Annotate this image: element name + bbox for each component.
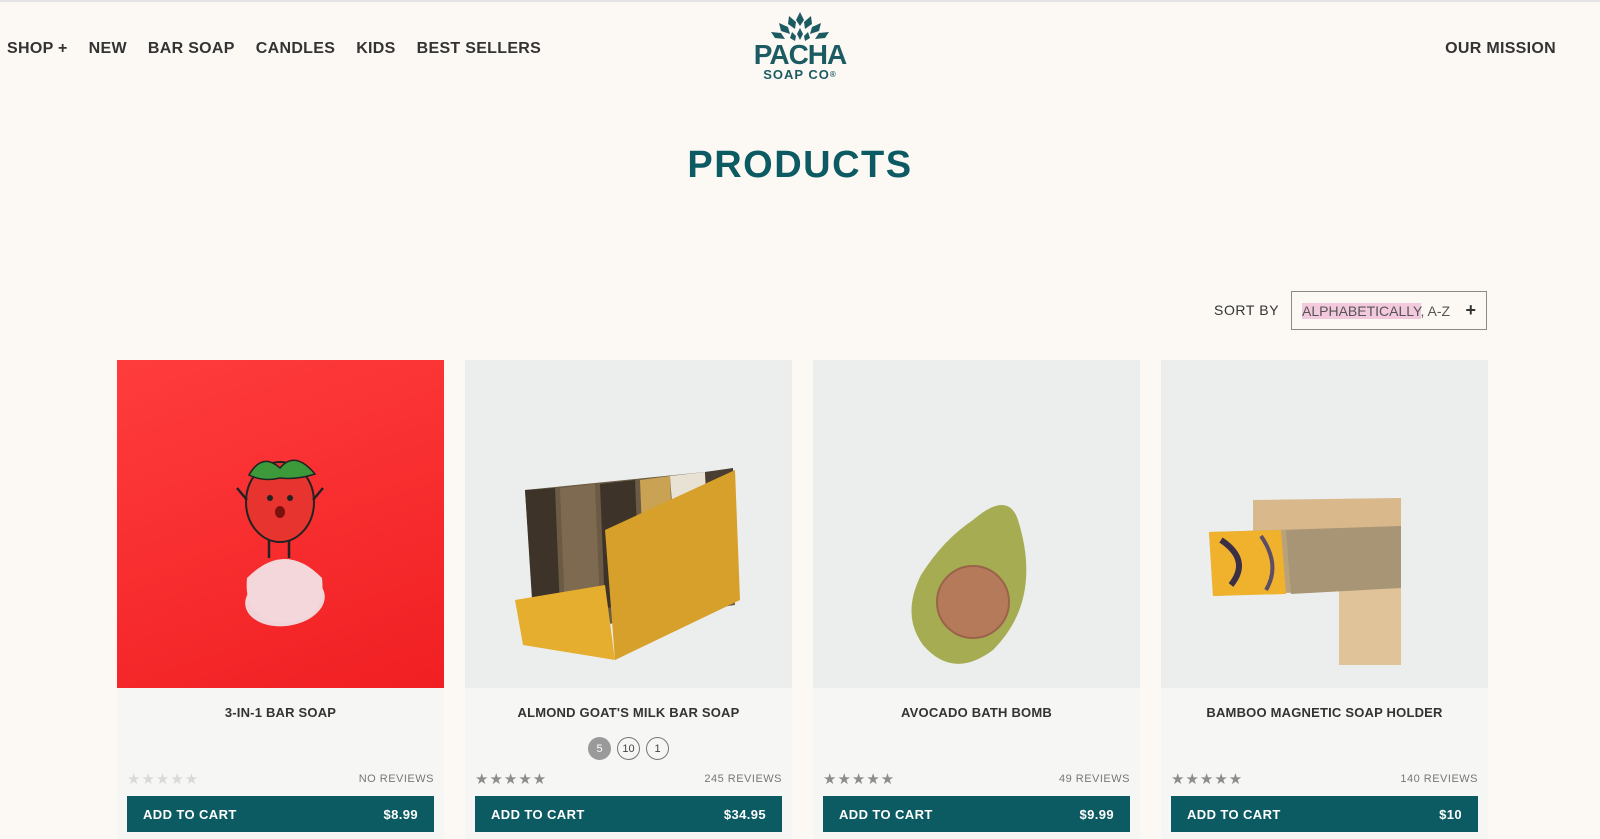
nav-kids[interactable]: KIDS (356, 40, 395, 58)
nav-bar-soap[interactable]: BAR SOAP (148, 40, 235, 58)
product-image[interactable] (117, 360, 444, 688)
product-card: 3-IN-1 BAR SOAP ★★★★★ NO REVIEWS ADD TO … (117, 360, 444, 839)
review-count[interactable]: 49 REVIEWS (1059, 773, 1130, 785)
almond-goats-milk-box-photo (515, 468, 740, 660)
add-to-cart-label: ADD TO CART (1187, 806, 1281, 822)
sort-value: ALPHABETICALLY, A-Z (1302, 302, 1451, 319)
nav-new[interactable]: NEW (89, 40, 127, 58)
product-grid: 3-IN-1 BAR SOAP ★★★★★ NO REVIEWS ADD TO … (117, 360, 1488, 839)
add-to-cart-button[interactable]: ADD TO CART $10 (1171, 796, 1478, 832)
review-count[interactable]: NO REVIEWS (359, 773, 434, 785)
add-to-cart-button[interactable]: ADD TO CART $9.99 (823, 796, 1130, 832)
sort-select[interactable]: ALPHABETICALLY, A-Z + (1291, 291, 1487, 330)
product-name[interactable]: 3-IN-1 BAR SOAP (117, 705, 444, 720)
product-image[interactable] (813, 360, 1140, 688)
main-nav: SHOP + NEW BAR SOAP CANDLES KIDS BEST SE… (7, 40, 562, 58)
product-name[interactable]: ALMOND GOAT'S MILK BAR SOAP (465, 705, 792, 720)
strawberry-kids-soap-photo (236, 459, 325, 627)
star-rating: ★★★★★ (823, 771, 896, 788)
add-to-cart-button[interactable]: ADD TO CART $34.95 (475, 796, 782, 832)
variant-option[interactable]: 5 (588, 737, 611, 760)
plus-icon: + (1465, 300, 1476, 320)
product-price: $8.99 (383, 806, 418, 822)
review-count[interactable]: 245 REVIEWS (704, 773, 782, 785)
logo-subtitle: SOAP CO® (763, 67, 837, 82)
review-count[interactable]: 140 REVIEWS (1400, 773, 1478, 785)
variant-selector: 5 10 1 (465, 737, 792, 760)
variant-option[interactable]: 1 (646, 737, 669, 760)
logo-wordmark: PACHA (753, 39, 847, 70)
variant-option[interactable]: 10 (617, 737, 640, 760)
product-name[interactable]: AVOCADO BATH BOMB (813, 705, 1140, 720)
add-to-cart-label: ADD TO CART (839, 806, 933, 822)
add-to-cart-label: ADD TO CART (491, 806, 585, 822)
add-to-cart-button[interactable]: ADD TO CART $8.99 (127, 796, 434, 832)
nav-our-mission[interactable]: OUR MISSION (1445, 40, 1556, 58)
product-name[interactable]: BAMBOO MAGNETIC SOAP HOLDER (1161, 705, 1488, 720)
nav-best-sellers[interactable]: BEST SELLERS (417, 40, 542, 58)
nav-shop[interactable]: SHOP + (7, 40, 68, 58)
product-price: $34.95 (723, 806, 766, 822)
star-rating: ★★★★★ (127, 771, 200, 788)
avocado-bath-bomb-photo (911, 505, 1027, 664)
sort-label: SORT BY (1214, 302, 1280, 318)
product-price: $10 (1439, 806, 1462, 822)
add-to-cart-label: ADD TO CART (143, 806, 237, 822)
product-image[interactable] (465, 360, 792, 688)
star-rating: ★★★★★ (475, 771, 548, 788)
bamboo-soap-holder-photo (1209, 498, 1401, 665)
brand-logo[interactable]: PACHA SOAP CO® (745, 10, 855, 96)
product-price: $9.99 (1079, 806, 1114, 822)
product-image[interactable] (1161, 360, 1488, 688)
page-title: PRODUCTS (687, 144, 913, 186)
product-card: AVOCADO BATH BOMB ★★★★★ 49 REVIEWS ADD T… (813, 360, 1140, 839)
star-rating: ★★★★★ (1171, 771, 1244, 788)
product-card: BAMBOO MAGNETIC SOAP HOLDER ★★★★★ 140 RE… (1161, 360, 1488, 839)
nav-candles[interactable]: CANDLES (256, 40, 335, 58)
product-card: ALMOND GOAT'S MILK BAR SOAP 5 10 1 ★★★★★… (465, 360, 792, 839)
